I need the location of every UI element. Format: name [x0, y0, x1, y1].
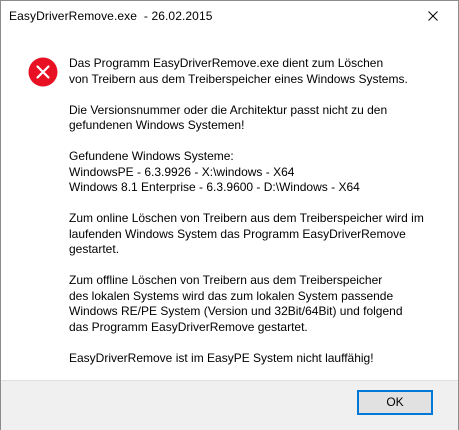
message-text: Das Programm EasyDriverRemove.exe dient … [69, 56, 449, 382]
ok-button[interactable]: OK [357, 390, 433, 415]
message-line: Gefundene Windows Systeme: [69, 149, 234, 163]
message-paragraph-offline: Zum offline Löschen von Treibern aus dem… [69, 273, 449, 335]
message-line: des lokalen Systems wird das zum lokalen… [69, 288, 394, 303]
close-button[interactable] [414, 2, 452, 30]
message-line: Das Programm EasyDriverRemove.exe dient … [69, 56, 384, 70]
message-line: Die Versionsnummer oder die Architektur … [69, 102, 388, 117]
close-icon [428, 11, 438, 21]
window-title: EasyDriverRemove.exe - 26.02.2015 [9, 9, 213, 23]
message-line: Zum online Löschen von Treibern aus dem … [69, 211, 424, 225]
message-line: EasyDriverRemove ist im EasyPE System ni… [69, 350, 374, 365]
message-line: WindowsPE - 6.3.9926 - X:\windows - X64 [69, 164, 295, 179]
message-line: das Programm EasyDriverRemove gestartet. [69, 319, 308, 334]
message-paragraph-online: Zum online Löschen von Treibern aus dem … [69, 211, 449, 258]
dialog-content: Das Programm EasyDriverRemove.exe dient … [1, 31, 458, 380]
dialog-window: EasyDriverRemove.exe - 26.02.2015 Das Pr… [0, 0, 459, 430]
message-paragraph-systems: Gefundene Windows Systeme: WindowsPE - 6… [69, 149, 449, 196]
message-line: gefundenen Windows Systemen! [69, 118, 245, 132]
message-line: von Treibern aus dem Treiberspeicher ein… [69, 71, 408, 86]
message-line: gestartet. [69, 242, 120, 256]
dialog-footer: OK [1, 380, 458, 430]
message-line: Zum offline Löschen von Treibern aus dem… [69, 273, 383, 287]
message-paragraph-error: Die Versionsnummer oder die Architektur … [69, 103, 449, 134]
message-line: Windows RE/PE System (Version und 32Bit/… [69, 304, 403, 318]
message-paragraph-intro: Das Programm EasyDriverRemove.exe dient … [69, 56, 449, 87]
title-bar[interactable]: EasyDriverRemove.exe - 26.02.2015 [1, 1, 458, 31]
message-line: Windows 8.1 Enterprise - 6.3.9600 - D:\W… [69, 180, 360, 194]
error-icon [28, 57, 58, 87]
message-paragraph-notice: EasyDriverRemove ist im EasyPE System ni… [69, 351, 449, 367]
message-line: laufenden Windows System das Programm Ea… [69, 226, 406, 241]
